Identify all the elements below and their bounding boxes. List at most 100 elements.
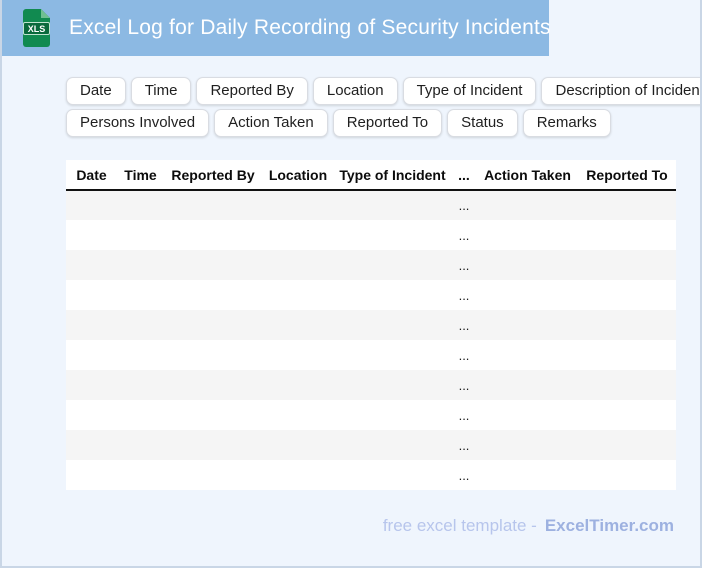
field-chip[interactable]: Reported To	[332, 109, 443, 137]
page-title: Excel Log for Daily Recording of Securit…	[69, 16, 551, 39]
table-row: ...	[66, 460, 676, 490]
table-cell: ...	[458, 287, 470, 303]
table-cell	[66, 370, 117, 400]
table-cell: ...	[458, 467, 470, 483]
table-cell	[578, 250, 676, 280]
table-cell	[578, 220, 676, 250]
table-cell	[578, 280, 676, 310]
table-header-cell: Type of Incident	[334, 160, 451, 191]
table-cell: ...	[458, 407, 470, 423]
field-chip[interactable]: Type of Incident	[402, 77, 537, 105]
table-cell	[117, 430, 164, 460]
field-chip[interactable]: Action Taken	[214, 109, 328, 137]
table-cell	[66, 430, 117, 460]
table-row: ...	[66, 430, 676, 460]
table-cell	[66, 400, 117, 430]
table-cell	[578, 310, 676, 340]
table-row: ...	[66, 340, 676, 370]
table-cell	[262, 280, 334, 310]
table-cell	[477, 190, 578, 220]
table-cell	[117, 370, 164, 400]
table-cell	[164, 280, 262, 310]
table-body: ..............................	[66, 190, 676, 490]
field-chip[interactable]: Reported By	[196, 77, 308, 105]
table-cell	[477, 400, 578, 430]
table-cell	[262, 370, 334, 400]
table-cell	[164, 400, 262, 430]
table-row: ...	[66, 190, 676, 220]
table-cell: ...	[458, 198, 470, 213]
table-cell	[334, 430, 451, 460]
table-cell	[117, 400, 164, 430]
table-cell	[334, 250, 451, 280]
field-chip[interactable]: Location	[312, 77, 398, 105]
table-row: ...	[66, 370, 676, 400]
table-cell	[334, 310, 451, 340]
table-cell	[477, 340, 578, 370]
table-cell	[262, 460, 334, 490]
table-cell	[262, 430, 334, 460]
table-cell	[477, 310, 578, 340]
table-cell	[578, 400, 676, 430]
table-header-cell: ...	[451, 160, 477, 191]
table-cell	[66, 280, 117, 310]
table-cell	[262, 340, 334, 370]
table-cell: ...	[458, 347, 470, 363]
table-cell	[262, 310, 334, 340]
table-row: ...	[66, 400, 676, 430]
table-cell	[117, 190, 164, 220]
field-chip[interactable]: Status	[447, 109, 518, 137]
field-chip[interactable]: Remarks	[522, 109, 611, 137]
table-cell	[66, 310, 117, 340]
table-cell	[262, 250, 334, 280]
page: XLS Excel Log for Daily Recording of Sec…	[0, 0, 702, 568]
table-cell	[578, 190, 676, 220]
table-cell	[578, 430, 676, 460]
table-row: ...	[66, 220, 676, 250]
table-header-cell: Date	[66, 160, 117, 191]
table-cell	[334, 280, 451, 310]
table-cell: ...	[458, 377, 470, 393]
table-cell	[117, 220, 164, 250]
table-cell	[477, 250, 578, 280]
table-cell	[334, 340, 451, 370]
table-cell	[164, 250, 262, 280]
table-cell	[334, 190, 451, 220]
table-cell	[66, 250, 117, 280]
table-cell	[117, 250, 164, 280]
table-header-cell: Action Taken	[477, 160, 578, 191]
table-cell	[164, 220, 262, 250]
field-chip-row-1: Date Time Reported By Location Type of Incid…	[66, 77, 700, 105]
table-cell	[117, 340, 164, 370]
footer-brand-link[interactable]: ExcelTimer.com	[545, 516, 674, 535]
field-chips: Date Time Reported By Location Type of Incid…	[66, 77, 700, 137]
xls-file-icon: XLS	[23, 9, 50, 47]
table-header-cell: Reported By	[164, 160, 262, 191]
table-cell	[164, 430, 262, 460]
table-cell	[334, 370, 451, 400]
table-cell	[117, 310, 164, 340]
table-cell	[117, 280, 164, 310]
table-cell	[477, 430, 578, 460]
field-chip[interactable]: Persons Involved	[66, 109, 210, 137]
field-chip[interactable]: Description of Incident	[541, 77, 700, 105]
table-cell	[578, 340, 676, 370]
table-cell	[262, 400, 334, 430]
table-cell: ...	[458, 437, 470, 453]
incident-log-table: Date Time Reported By Location Type of Incid…	[66, 160, 676, 490]
table-cell	[164, 310, 262, 340]
table-cell	[578, 460, 676, 490]
field-chip[interactable]: Time	[130, 77, 192, 105]
table-header-cell: Time	[117, 160, 164, 191]
table-cell	[477, 280, 578, 310]
table-cell	[334, 460, 451, 490]
table-cell: ...	[458, 227, 470, 243]
field-chip[interactable]: Date	[66, 77, 126, 105]
table-cell	[66, 220, 117, 250]
table-cell: ...	[458, 317, 470, 333]
table-cell	[117, 460, 164, 490]
footer-label: free excel template -	[382, 516, 537, 535]
table-cell	[262, 220, 334, 250]
table-cell	[477, 220, 578, 250]
table-cell: ...	[458, 257, 470, 273]
